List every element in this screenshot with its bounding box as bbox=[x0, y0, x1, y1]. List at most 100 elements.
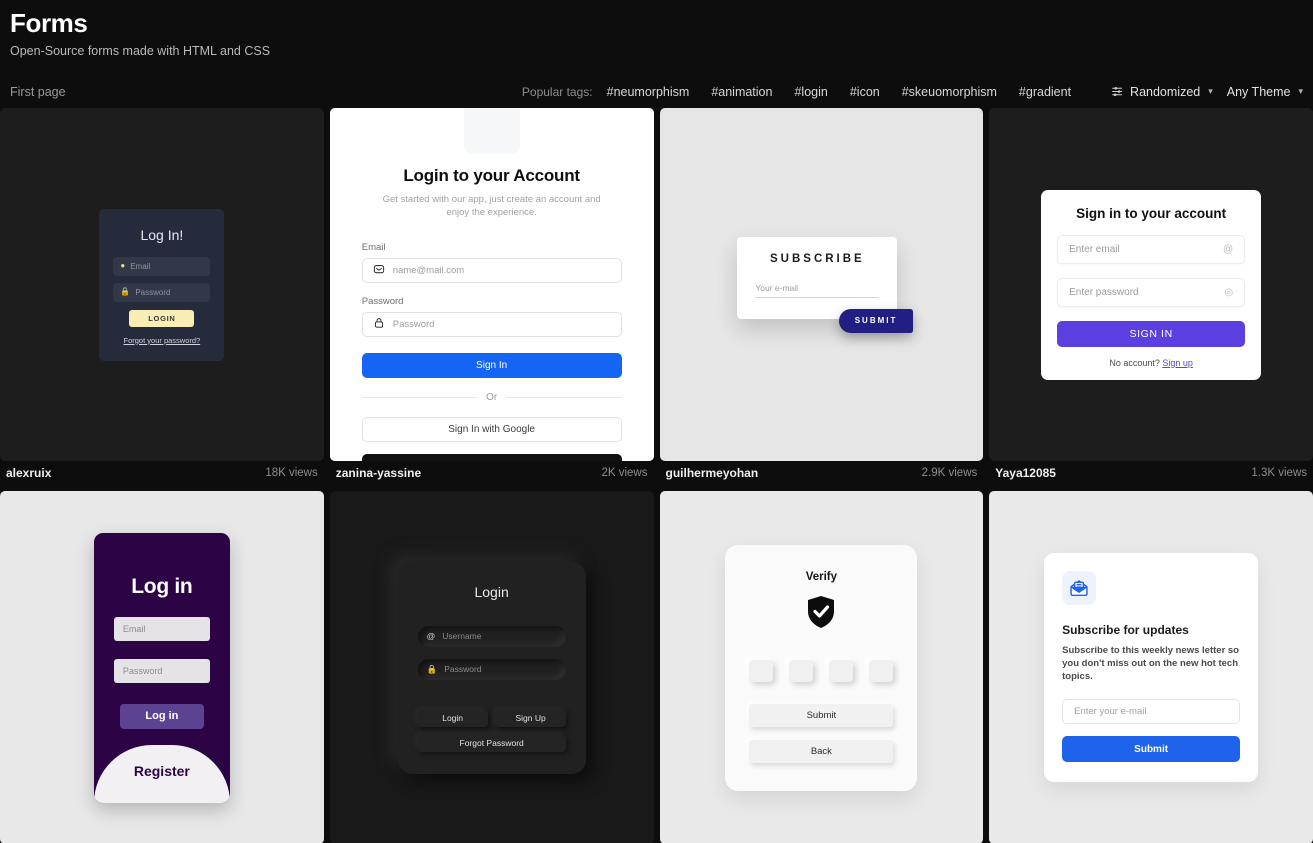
chevron-down-icon: ▾ bbox=[1298, 86, 1303, 96]
tag-skeuomorphism[interactable]: #skeuomorphism bbox=[902, 85, 997, 99]
envelope-open-icon bbox=[1062, 571, 1097, 605]
page-title: Forms bbox=[10, 8, 88, 38]
chevron-down-icon: ▾ bbox=[1208, 86, 1213, 96]
form-title: Subscribe for updates bbox=[1062, 623, 1189, 637]
button-row: Login Sign Up bbox=[417, 709, 566, 727]
login-form: Login @ Username 🔒 Password Login Sign U… bbox=[397, 561, 586, 774]
form-card[interactable]: Subscribe for updates Subscribe to this … bbox=[989, 491, 1313, 843]
otp-digit-1[interactable] bbox=[749, 659, 774, 682]
email-field[interactable]: Your e-mail bbox=[755, 283, 880, 298]
lock-icon: 🔒 bbox=[120, 287, 131, 296]
register-button[interactable]: Register bbox=[93, 744, 230, 803]
form-preview-verify[interactable]: Verify Submit Back bbox=[659, 491, 984, 843]
email-field[interactable]: Email bbox=[113, 616, 210, 641]
form-card[interactable]: Login @ Username 🔒 Password Login Sign U… bbox=[329, 491, 654, 843]
theme-dropdown[interactable]: Any Theme ▾ bbox=[1227, 85, 1303, 99]
login-form: Log in Email Password Log in Register bbox=[93, 532, 230, 803]
login-form: Log In! ● Email 🔒 Password LOGIN Forgot … bbox=[99, 208, 225, 361]
sign-in-button[interactable]: SIGN IN bbox=[1057, 320, 1246, 347]
signup-prompt-text: No account? bbox=[1109, 357, 1160, 368]
sign-in-button[interactable]: Sign In bbox=[361, 353, 622, 378]
email-field[interactable]: Enter your e-mail bbox=[1062, 699, 1241, 724]
form-preview-login-dark[interactable]: Log In! ● Email 🔒 Password LOGIN Forgot … bbox=[0, 108, 324, 461]
sign-in-apple-button[interactable]:  Sign In with Apple bbox=[361, 454, 622, 461]
email-placeholder: Enter email bbox=[1069, 243, 1120, 255]
otp-input-group[interactable] bbox=[749, 659, 894, 682]
page-header: Forms Open-Source forms made with HTML a… bbox=[0, 0, 1313, 59]
author-name[interactable]: zanina-yassine bbox=[336, 466, 421, 480]
lock-icon: 🔒 bbox=[426, 663, 438, 674]
view-count: 2.9K views bbox=[921, 467, 978, 479]
form-title: Verify bbox=[805, 570, 838, 583]
tag-login[interactable]: #login bbox=[794, 85, 827, 99]
popular-tags-label: Popular tags: bbox=[521, 84, 593, 99]
form-preview-newsletter[interactable]: Subscribe for updates Subscribe to this … bbox=[989, 491, 1313, 843]
back-button[interactable]: Back bbox=[749, 739, 894, 763]
form-preview-signin-purple[interactable]: Sign in to your account Enter email @ En… bbox=[989, 108, 1313, 461]
envelope-icon bbox=[373, 263, 385, 278]
tag-animation[interactable]: #animation bbox=[711, 85, 772, 99]
password-field[interactable]: 🔒 Password bbox=[417, 658, 566, 680]
password-placeholder: Password bbox=[135, 287, 171, 297]
username-field[interactable]: @ Username bbox=[417, 625, 566, 647]
eye-icon[interactable]: ◎ bbox=[1224, 287, 1233, 298]
email-field[interactable]: ● Email bbox=[113, 256, 211, 276]
logo-placeholder-icon bbox=[463, 108, 520, 154]
password-field[interactable]: Password bbox=[113, 658, 210, 683]
login-form: Login to your Account Get started with o… bbox=[329, 108, 654, 461]
form-card[interactable]: Log In! ● Email 🔒 Password LOGIN Forgot … bbox=[0, 108, 324, 485]
sort-dropdown[interactable]: Randomized ▾ bbox=[1111, 85, 1213, 99]
author-name[interactable]: guilhermeyohan bbox=[666, 466, 759, 480]
submit-button[interactable]: Submit bbox=[1062, 736, 1241, 762]
tag-gradient[interactable]: #gradient bbox=[1019, 85, 1071, 99]
otp-digit-4[interactable] bbox=[869, 659, 894, 682]
page-subtitle: Open-Source forms made with HTML and CSS bbox=[10, 44, 271, 58]
author-name[interactable]: Yaya12085 bbox=[995, 466, 1056, 480]
form-title: Login bbox=[474, 583, 509, 600]
at-icon: @ bbox=[1222, 243, 1234, 255]
form-card[interactable]: Login to your Account Get started with o… bbox=[329, 108, 654, 485]
tag-icon[interactable]: #icon bbox=[850, 85, 880, 99]
login-button[interactable]: LOGIN bbox=[129, 309, 195, 327]
forgot-password-link[interactable]: Forgot your password? bbox=[113, 336, 210, 345]
submit-button[interactable]: Submit bbox=[749, 703, 894, 727]
email-field[interactable]: Enter email @ bbox=[1057, 234, 1246, 264]
form-subtitle: Get started with our app, just create an… bbox=[382, 194, 601, 218]
password-field[interactable]: Enter password ◎ bbox=[1057, 277, 1246, 307]
author-name[interactable]: alexruix bbox=[6, 466, 51, 480]
form-preview-login-white[interactable]: Login to your Account Get started with o… bbox=[329, 108, 654, 461]
view-count: 1.3K views bbox=[1251, 467, 1307, 479]
forgot-password-button[interactable]: Forgot Password bbox=[417, 734, 566, 752]
form-card[interactable]: SUBSCRIBE Your e-mail SUBMIT guilhermeyo… bbox=[659, 108, 984, 485]
form-title: Login to your Account bbox=[403, 166, 580, 185]
sign-in-google-button[interactable]: Sign In with Google bbox=[361, 417, 622, 442]
form-preview-login-purple-phone[interactable]: Log in Email Password Log in Register bbox=[0, 491, 324, 843]
signup-prompt: No account? Sign up bbox=[1057, 358, 1245, 368]
theme-dropdown-label: Any Theme bbox=[1226, 84, 1291, 99]
login-button[interactable]: Login bbox=[417, 709, 488, 727]
tag-neumorphism[interactable]: #neumorphism bbox=[607, 85, 690, 99]
first-page-label: First page bbox=[10, 84, 66, 99]
form-card[interactable]: Sign in to your account Enter email @ En… bbox=[989, 108, 1313, 485]
form-preview-subscribe[interactable]: SUBSCRIBE Your e-mail SUBMIT bbox=[659, 108, 984, 461]
password-field[interactable]: Password bbox=[361, 312, 622, 337]
sign-up-button[interactable]: Sign Up bbox=[495, 709, 566, 727]
password-field[interactable]: 🔒 Password bbox=[113, 282, 211, 302]
subscribe-form: SUBSCRIBE Your e-mail SUBMIT bbox=[737, 236, 914, 333]
divider-or: Or bbox=[362, 392, 622, 403]
sign-up-link[interactable]: Sign up bbox=[1162, 358, 1193, 368]
form-card[interactable]: Verify Submit Back Praashoo7 bbox=[659, 491, 984, 843]
email-placeholder: name@mail.com bbox=[392, 265, 465, 276]
form-card[interactable]: Log in Email Password Log in Register al… bbox=[0, 491, 324, 843]
card-meta: guilhermeyohan 2.9K views bbox=[660, 461, 984, 485]
form-body-text: Subscribe to this weekly news letter so … bbox=[1062, 645, 1239, 682]
otp-digit-2[interactable] bbox=[789, 659, 814, 682]
email-field[interactable]: name@mail.com bbox=[361, 258, 622, 283]
login-button[interactable]: Log in bbox=[119, 703, 204, 729]
form-title: SUBSCRIBE bbox=[770, 252, 865, 265]
submit-button[interactable]: SUBMIT bbox=[838, 308, 914, 333]
lock-icon bbox=[373, 317, 385, 332]
otp-digit-3[interactable] bbox=[829, 659, 854, 682]
email-placeholder: Email bbox=[130, 261, 151, 271]
form-preview-login-neumorphic[interactable]: Login @ Username 🔒 Password Login Sign U… bbox=[329, 491, 654, 843]
